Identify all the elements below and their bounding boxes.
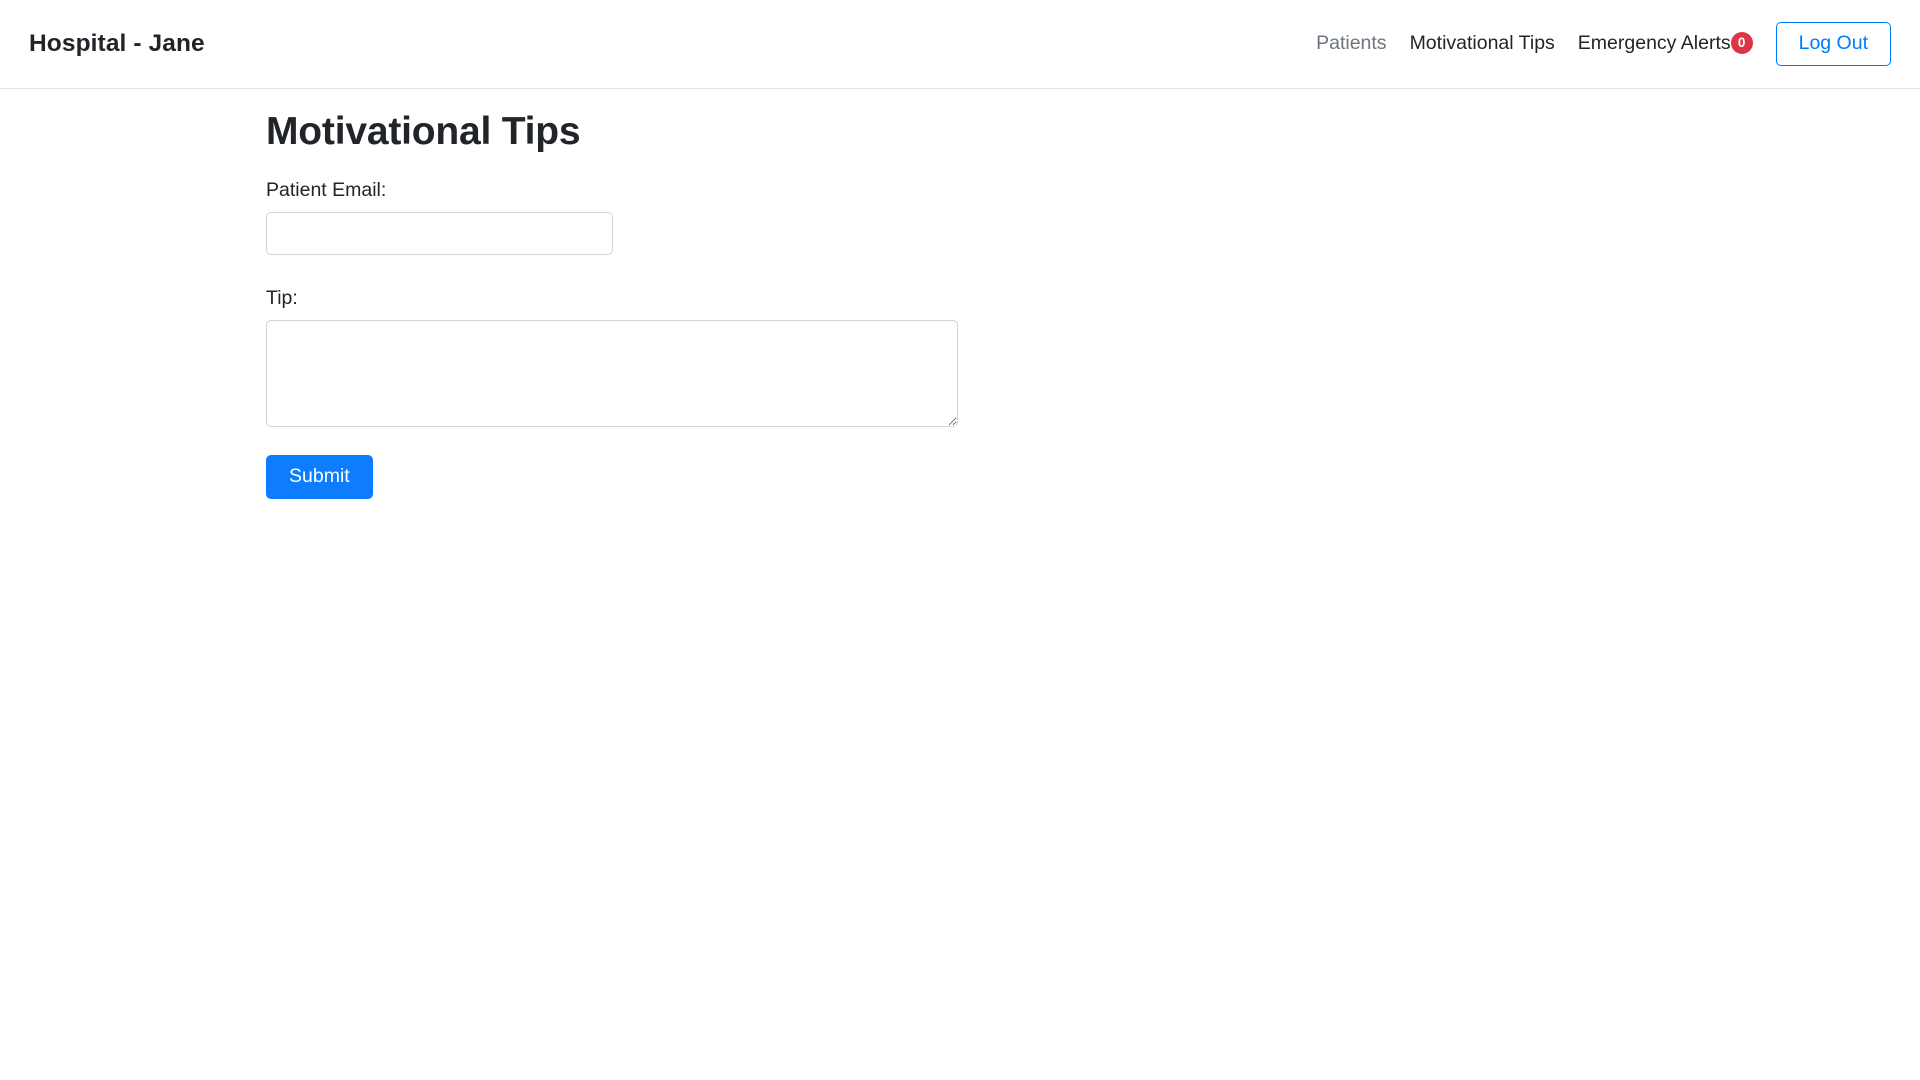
patient-email-label: Patient Email:: [266, 178, 387, 201]
logout-button[interactable]: Log Out: [1775, 21, 1891, 67]
brand-title[interactable]: Hospital - Jane: [29, 31, 205, 57]
form-spacer-two: [266, 427, 1666, 455]
nav-link-motivational-tips[interactable]: Motivational Tips: [1410, 34, 1555, 54]
page-container: Motivational Tips Patient Email: Tip: Su…: [0, 89, 1920, 499]
content-area: Motivational Tips Patient Email: Tip: Su…: [266, 89, 1666, 499]
emergency-alerts-badge: 0: [1730, 31, 1753, 54]
tip-textarea[interactable]: [266, 320, 958, 428]
page-title: Motivational Tips: [266, 110, 581, 153]
submit-button[interactable]: Submit: [266, 455, 373, 499]
patient-email-group: Patient Email:: [266, 178, 1666, 256]
motivational-tip-form: Patient Email: Tip: Submit: [266, 178, 1666, 499]
tip-group: Tip:: [266, 286, 1666, 428]
nav-link-patients[interactable]: Patients: [1316, 34, 1386, 54]
top-navbar: Hospital - Jane Patients Motivational Ti…: [0, 0, 1920, 92]
patient-email-input[interactable]: [266, 212, 613, 256]
tip-label: Tip:: [266, 287, 298, 310]
emergency-alerts-label: Emergency Alerts: [1577, 32, 1731, 55]
navbar-right-group: Patients Motivational Tips Emergency Ale…: [1316, 21, 1891, 67]
nav-links: Patients Motivational Tips Emergency Ale…: [1316, 31, 1776, 55]
form-spacer-one: [266, 255, 1666, 286]
nav-link-emergency-alerts[interactable]: Emergency Alerts 0: [1577, 31, 1753, 55]
